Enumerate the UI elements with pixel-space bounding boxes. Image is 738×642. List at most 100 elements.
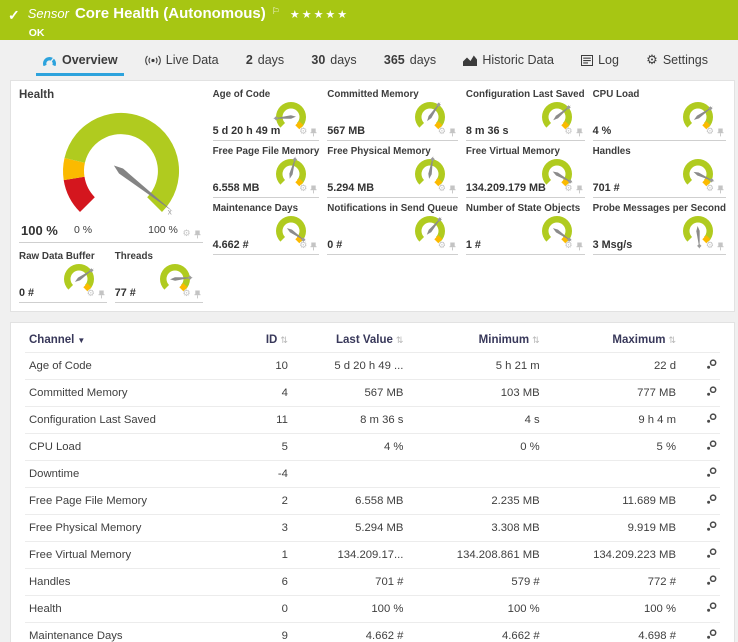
channel-title: Number of State Objects xyxy=(466,203,585,214)
gauge-tile-maintenance-days[interactable]: Maintenance Days4.662 #⚙ xyxy=(213,203,320,255)
mini-gauge xyxy=(672,97,722,137)
gauge-tile-cpu-load[interactable]: CPU Load4 %⚙ xyxy=(593,89,726,141)
table-row-downtime[interactable]: Downtime-4 xyxy=(25,461,720,488)
channel-id: 9 xyxy=(247,623,292,642)
gauge-tile-free-page-file-memory[interactable]: Free Page File Memory6.558 MB⚙ xyxy=(213,146,320,198)
channel-last-value: 6.558 MB xyxy=(292,488,408,515)
tab-label: Historic Data xyxy=(482,53,554,67)
channel-minimum: 2.235 MB xyxy=(407,488,543,515)
edit-channel-icon[interactable] xyxy=(705,601,718,614)
channel-value: 77 # xyxy=(115,287,136,299)
status-ok-check-icon: ✓ xyxy=(8,7,20,40)
gauge-tile-notifications-in-send-queue[interactable]: Notifications in Send Queue0 #⚙ xyxy=(327,203,458,255)
edit-channel-icon[interactable] xyxy=(705,439,718,452)
mini-gauge xyxy=(149,259,199,299)
channel-last-value: 701 # xyxy=(292,569,408,596)
column-header-maximum[interactable]: Maximum⇅ xyxy=(544,327,680,353)
table-row-free-virtual-memory[interactable]: Free Virtual Memory1134.209.17...134.208… xyxy=(25,542,720,569)
mini-gauge xyxy=(265,154,315,194)
channel-value: 8 m 36 s xyxy=(466,125,509,137)
pin-icon[interactable] xyxy=(194,230,201,239)
channel-maximum xyxy=(544,461,680,488)
table-row-configuration-last-saved[interactable]: Configuration Last Saved118 m 36 s4 s9 h… xyxy=(25,407,720,434)
gauge-tile-health[interactable]: Health x0 %100 % 100 % ⚙ xyxy=(19,89,203,243)
channel-id: 5 xyxy=(247,434,292,461)
sort-icon: ⇅ xyxy=(396,336,404,346)
tab-30-days[interactable]: 30 days xyxy=(305,46,362,76)
column-label: Channel xyxy=(29,334,74,346)
channel-last-value: 100 % xyxy=(292,596,408,623)
edit-channel-icon[interactable] xyxy=(705,358,718,371)
channel-last-value: 4.662 # xyxy=(292,623,408,642)
table-row-cpu-load[interactable]: CPU Load54 %0 %5 % xyxy=(25,434,720,461)
mini-gauge xyxy=(672,154,722,194)
gauge-tile-free-virtual-memory[interactable]: Free Virtual Memory134.209.179 MB⚙ xyxy=(466,146,585,198)
table-row-age-of-code[interactable]: Age of Code105 d 20 h 49 ...5 h 21 m22 d xyxy=(25,353,720,380)
health-gauge: x0 %100 % xyxy=(23,97,209,244)
table-row-free-page-file-memory[interactable]: Free Page File Memory26.558 MB2.235 MB11… xyxy=(25,488,720,515)
edit-channel-icon[interactable] xyxy=(705,574,718,587)
gauge-tile-free-physical-memory[interactable]: Free Physical Memory5.294 MB⚙ xyxy=(327,146,458,198)
tab-label: days xyxy=(330,53,356,67)
tab-overview[interactable]: Overview xyxy=(36,46,124,76)
tab-settings[interactable]: ⚙Settings xyxy=(640,46,714,76)
gauge-tile-handles[interactable]: Handles701 #⚙ xyxy=(593,146,726,198)
tab-365-days[interactable]: 365 days xyxy=(378,46,442,76)
gauge-tile-number-of-state-objects[interactable]: Number of State Objects1 #⚙ xyxy=(466,203,585,255)
mini-gauge-grid: Age of Code5 d 20 h 49 m⚙Committed Memor… xyxy=(213,89,726,303)
edit-channel-icon[interactable] xyxy=(705,520,718,533)
channel-id: 10 xyxy=(247,353,292,380)
channel-maximum: 100 % xyxy=(544,596,680,623)
table-row-handles[interactable]: Handles6701 #579 #772 # xyxy=(25,569,720,596)
channel-id: 0 xyxy=(247,596,292,623)
tab-2-days[interactable]: 2 days xyxy=(240,46,290,76)
column-header-id[interactable]: ID⇅ xyxy=(247,327,292,353)
column-label: ID xyxy=(266,334,278,346)
table-row-health[interactable]: Health0100 %100 %100 % xyxy=(25,596,720,623)
edit-channel-icon[interactable] xyxy=(705,628,718,641)
edit-channel-icon[interactable] xyxy=(705,412,718,425)
edit-channel-icon[interactable] xyxy=(705,466,718,479)
column-header-minimum[interactable]: Minimum⇅ xyxy=(407,327,543,353)
sort-icon: ⇅ xyxy=(668,336,676,346)
tab-live-data[interactable]: Live Data xyxy=(139,46,225,76)
column-header-channel[interactable]: Channel▼ xyxy=(25,327,247,353)
tab-log[interactable]: Log xyxy=(575,46,625,76)
channel-maximum: 9 h 4 m xyxy=(544,407,680,434)
column-header-last-value[interactable]: Last Value⇅ xyxy=(292,327,408,353)
table-row-committed-memory[interactable]: Committed Memory4567 MB103 MB777 MB xyxy=(25,380,720,407)
status-badge: OK xyxy=(29,24,349,42)
gauge-tile-threads[interactable]: Threads77 #⚙ xyxy=(115,251,203,303)
gauge-tile-probe-messages-per-second[interactable]: Probe Messages per Second3 Msg/s⚙ xyxy=(593,203,726,255)
edit-channel-icon[interactable] xyxy=(705,547,718,560)
gauge-tile-configuration-last-saved[interactable]: Configuration Last Saved8 m 36 s⚙ xyxy=(466,89,585,141)
tab-historic-data[interactable]: Historic Data xyxy=(457,46,560,76)
historic-data-icon xyxy=(463,55,477,66)
channel-maximum: 777 MB xyxy=(544,380,680,407)
tab-label-strong: 2 xyxy=(246,53,253,67)
gauges-panel: Health x0 %100 % 100 % ⚙ Raw Data Buffer… xyxy=(10,80,735,312)
channel-maximum: 772 # xyxy=(544,569,680,596)
table-row-free-physical-memory[interactable]: Free Physical Memory35.294 MB3.308 MB9.9… xyxy=(25,515,720,542)
flag-icon[interactable]: ⚐ xyxy=(272,2,280,20)
priority-stars[interactable]: ★★★★★ xyxy=(290,6,349,24)
edit-channel-cell xyxy=(680,623,720,642)
table-row-maintenance-days[interactable]: Maintenance Days94.662 #4.662 #4.698 # xyxy=(25,623,720,642)
gear-icon[interactable]: ⚙ xyxy=(182,230,190,239)
tab-label: Overview xyxy=(62,53,118,67)
channel-last-value: 5.294 MB xyxy=(292,515,408,542)
gauge-tile-age-of-code[interactable]: Age of Code5 d 20 h 49 m⚙ xyxy=(213,89,320,141)
channel-id: 11 xyxy=(247,407,292,434)
channel-last-value: 567 MB xyxy=(292,380,408,407)
edit-channel-icon[interactable] xyxy=(705,385,718,398)
edit-channel-icon[interactable] xyxy=(705,493,718,506)
edit-channel-cell xyxy=(680,380,720,407)
channel-minimum xyxy=(407,461,543,488)
channel-id: 6 xyxy=(247,569,292,596)
gauge-tile-committed-memory[interactable]: Committed Memory567 MB⚙ xyxy=(327,89,458,141)
channel-name: Free Physical Memory xyxy=(25,515,247,542)
channel-name: Downtime xyxy=(25,461,247,488)
gauge-tile-raw-data-buffer[interactable]: Raw Data Buffer0 #⚙ xyxy=(19,251,107,303)
channel-value: 3 Msg/s xyxy=(593,239,633,251)
gauge-icon xyxy=(42,54,57,66)
